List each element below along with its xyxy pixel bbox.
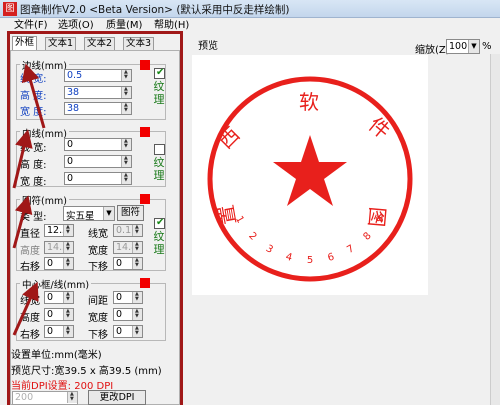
zoom-select[interactable]: 100 ▼ xyxy=(446,39,480,54)
stamp-numbers: 1234 5 6789 xyxy=(233,214,387,266)
stamp-number: 6 xyxy=(327,252,336,264)
stamp-number: 3 xyxy=(264,243,275,256)
vertical-scrollbar[interactable] xyxy=(490,54,500,405)
arrow-center xyxy=(12,281,39,336)
stamp-char-top: 软 xyxy=(299,90,319,114)
stamp-number: 2 xyxy=(246,230,258,242)
stamp-number: 8 xyxy=(361,230,373,242)
stamp-number: 4 xyxy=(284,252,293,264)
preview-label: 预览 xyxy=(198,41,218,52)
arrow-border xyxy=(21,63,46,129)
arrow-shape xyxy=(12,195,33,249)
zoom-unit: % xyxy=(482,41,492,52)
stamp-svg: 西 软 件 置 图 1234 5 6789 xyxy=(207,76,413,282)
stamp-number: 5 xyxy=(307,255,313,266)
stamp-char-left: 西 xyxy=(213,122,244,153)
stamp-star xyxy=(273,135,347,206)
arrow-inner xyxy=(12,129,33,189)
preview-canvas: 西 软 件 置 图 123456789 xyxy=(192,55,428,295)
chevron-down-icon: ▼ xyxy=(468,40,479,53)
stamp-number: 7 xyxy=(345,243,356,256)
zoom-label: 缩放(Z) xyxy=(415,45,450,56)
